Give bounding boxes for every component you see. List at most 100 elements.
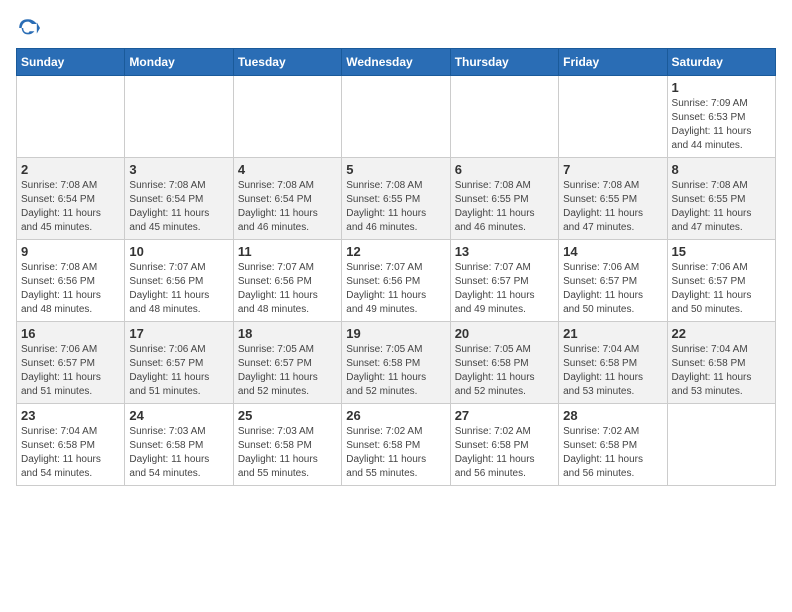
day-number: 18 [238, 326, 337, 341]
day-info: Sunrise: 7:05 AM Sunset: 6:58 PM Dayligh… [346, 343, 445, 399]
day-cell: 28 Sunrise: 7:02 AM Sunset: 6:58 PM Dayli… [559, 404, 667, 486]
day-number: 15 [672, 244, 771, 259]
day-cell: 20 Sunrise: 7:05 AM Sunset: 6:58 PM Dayli… [450, 322, 558, 404]
day-number: 9 [21, 244, 120, 259]
day-number: 28 [563, 408, 662, 423]
day-cell: 8 Sunrise: 7:08 AM Sunset: 6:55 PM Daylig… [667, 158, 775, 240]
day-number: 6 [455, 162, 554, 177]
day-cell: 13 Sunrise: 7:07 AM Sunset: 6:57 PM Dayli… [450, 240, 558, 322]
day-cell: 10 Sunrise: 7:07 AM Sunset: 6:56 PM Dayli… [125, 240, 233, 322]
day-number: 25 [238, 408, 337, 423]
day-header-monday: Monday [125, 49, 233, 76]
day-info: Sunrise: 7:08 AM Sunset: 6:54 PM Dayligh… [129, 179, 228, 235]
day-number: 17 [129, 326, 228, 341]
day-number: 16 [21, 326, 120, 341]
day-info: Sunrise: 7:07 AM Sunset: 6:57 PM Dayligh… [455, 261, 554, 317]
day-number: 2 [21, 162, 120, 177]
day-number: 22 [672, 326, 771, 341]
day-info: Sunrise: 7:08 AM Sunset: 6:55 PM Dayligh… [563, 179, 662, 235]
day-info: Sunrise: 7:05 AM Sunset: 6:58 PM Dayligh… [455, 343, 554, 399]
logo [16, 16, 44, 40]
day-number: 13 [455, 244, 554, 259]
week-row-4: 16 Sunrise: 7:06 AM Sunset: 6:57 PM Dayli… [17, 322, 776, 404]
day-cell: 1 Sunrise: 7:09 AM Sunset: 6:53 PM Daylig… [667, 76, 775, 158]
day-info: Sunrise: 7:08 AM Sunset: 6:55 PM Dayligh… [455, 179, 554, 235]
day-header-wednesday: Wednesday [342, 49, 450, 76]
week-row-3: 9 Sunrise: 7:08 AM Sunset: 6:56 PM Daylig… [17, 240, 776, 322]
day-header-friday: Friday [559, 49, 667, 76]
day-number: 26 [346, 408, 445, 423]
day-info: Sunrise: 7:06 AM Sunset: 6:57 PM Dayligh… [21, 343, 120, 399]
day-info: Sunrise: 7:04 AM Sunset: 6:58 PM Dayligh… [672, 343, 771, 399]
day-info: Sunrise: 7:06 AM Sunset: 6:57 PM Dayligh… [672, 261, 771, 317]
day-info: Sunrise: 7:03 AM Sunset: 6:58 PM Dayligh… [238, 425, 337, 481]
day-cell: 15 Sunrise: 7:06 AM Sunset: 6:57 PM Dayli… [667, 240, 775, 322]
day-number: 20 [455, 326, 554, 341]
day-cell: 27Sunrise: 7:02 AM Sunset: 6:58 PM Dayli… [450, 404, 558, 486]
day-cell: 18 Sunrise: 7:05 AM Sunset: 6:57 PM Dayli… [233, 322, 341, 404]
day-number: 1 [672, 80, 771, 95]
day-info: Sunrise: 7:02 AM Sunset: 6:58 PM Dayligh… [455, 425, 554, 481]
day-info: Sunrise: 7:07 AM Sunset: 6:56 PM Dayligh… [346, 261, 445, 317]
day-cell: 26 Sunrise: 7:02 AM Sunset: 6:58 PM Dayli… [342, 404, 450, 486]
day-number: 24 [129, 408, 228, 423]
day-info: Sunrise: 7:08 AM Sunset: 6:54 PM Dayligh… [238, 179, 337, 235]
day-number: 8 [672, 162, 771, 177]
day-cell: 23 Sunrise: 7:04 AM Sunset: 6:58 PM Dayli… [17, 404, 125, 486]
day-cell [342, 76, 450, 158]
header-row: SundayMondayTuesdayWednesdayThursdayFrid… [17, 49, 776, 76]
day-cell: 9 Sunrise: 7:08 AM Sunset: 6:56 PM Daylig… [17, 240, 125, 322]
day-info: Sunrise: 7:06 AM Sunset: 6:57 PM Dayligh… [563, 261, 662, 317]
day-info: Sunrise: 7:03 AM Sunset: 6:58 PM Dayligh… [129, 425, 228, 481]
day-cell [233, 76, 341, 158]
day-cell: 11Sunrise: 7:07 AM Sunset: 6:56 PM Dayli… [233, 240, 341, 322]
day-cell [125, 76, 233, 158]
day-cell: 16 Sunrise: 7:06 AM Sunset: 6:57 PM Dayli… [17, 322, 125, 404]
day-info: Sunrise: 7:05 AM Sunset: 6:57 PM Dayligh… [238, 343, 337, 399]
day-header-thursday: Thursday [450, 49, 558, 76]
day-cell: 12 Sunrise: 7:07 AM Sunset: 6:56 PM Dayli… [342, 240, 450, 322]
day-cell: 25 Sunrise: 7:03 AM Sunset: 6:58 PM Dayli… [233, 404, 341, 486]
page-header [16, 16, 776, 40]
day-cell: 19 Sunrise: 7:05 AM Sunset: 6:58 PM Dayli… [342, 322, 450, 404]
day-info: Sunrise: 7:08 AM Sunset: 6:54 PM Dayligh… [21, 179, 120, 235]
calendar-table: SundayMondayTuesdayWednesdayThursdayFrid… [16, 48, 776, 486]
week-row-5: 23 Sunrise: 7:04 AM Sunset: 6:58 PM Dayli… [17, 404, 776, 486]
day-cell: 2 Sunrise: 7:08 AM Sunset: 6:54 PM Daylig… [17, 158, 125, 240]
day-number: 3 [129, 162, 228, 177]
day-number: 10 [129, 244, 228, 259]
day-cell [559, 76, 667, 158]
day-cell [667, 404, 775, 486]
day-info: Sunrise: 7:04 AM Sunset: 6:58 PM Dayligh… [21, 425, 120, 481]
day-info: Sunrise: 7:08 AM Sunset: 6:55 PM Dayligh… [672, 179, 771, 235]
day-number: 12 [346, 244, 445, 259]
day-header-saturday: Saturday [667, 49, 775, 76]
day-cell: 6 Sunrise: 7:08 AM Sunset: 6:55 PM Daylig… [450, 158, 558, 240]
week-row-2: 2 Sunrise: 7:08 AM Sunset: 6:54 PM Daylig… [17, 158, 776, 240]
day-info: Sunrise: 7:09 AM Sunset: 6:53 PM Dayligh… [672, 97, 771, 153]
day-number: 14 [563, 244, 662, 259]
day-cell: 17 Sunrise: 7:06 AM Sunset: 6:57 PM Dayli… [125, 322, 233, 404]
day-cell: 14 Sunrise: 7:06 AM Sunset: 6:57 PM Dayli… [559, 240, 667, 322]
day-number: 21 [563, 326, 662, 341]
day-number: 7 [563, 162, 662, 177]
day-header-tuesday: Tuesday [233, 49, 341, 76]
day-header-sunday: Sunday [17, 49, 125, 76]
day-number: 23 [21, 408, 120, 423]
day-info: Sunrise: 7:08 AM Sunset: 6:56 PM Dayligh… [21, 261, 120, 317]
day-cell: 22 Sunrise: 7:04 AM Sunset: 6:58 PM Dayli… [667, 322, 775, 404]
day-info: Sunrise: 7:02 AM Sunset: 6:58 PM Dayligh… [563, 425, 662, 481]
day-info: Sunrise: 7:06 AM Sunset: 6:57 PM Dayligh… [129, 343, 228, 399]
day-number: 19 [346, 326, 445, 341]
day-cell: 3 Sunrise: 7:08 AM Sunset: 6:54 PM Daylig… [125, 158, 233, 240]
day-cell [450, 76, 558, 158]
week-row-1: 1 Sunrise: 7:09 AM Sunset: 6:53 PM Daylig… [17, 76, 776, 158]
day-cell: 24 Sunrise: 7:03 AM Sunset: 6:58 PM Dayli… [125, 404, 233, 486]
day-cell: 4Sunrise: 7:08 AM Sunset: 6:54 PM Daylig… [233, 158, 341, 240]
day-info: Sunrise: 7:07 AM Sunset: 6:56 PM Dayligh… [129, 261, 228, 317]
day-info: Sunrise: 7:04 AM Sunset: 6:58 PM Dayligh… [563, 343, 662, 399]
day-cell [17, 76, 125, 158]
day-number: 5 [346, 162, 445, 177]
day-cell: 21 Sunrise: 7:04 AM Sunset: 6:58 PM Dayli… [559, 322, 667, 404]
day-info: Sunrise: 7:02 AM Sunset: 6:58 PM Dayligh… [346, 425, 445, 481]
